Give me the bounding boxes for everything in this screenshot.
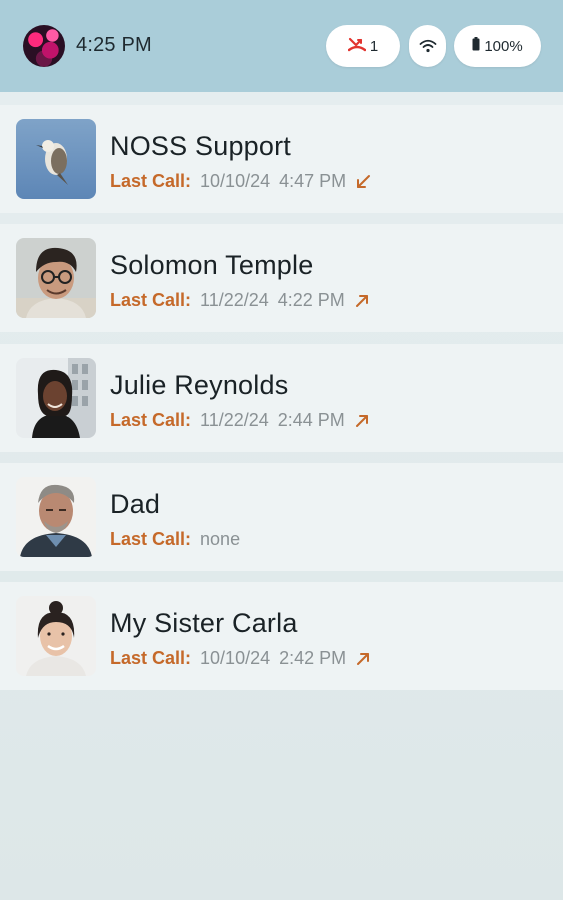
last-call-label: Last Call: (110, 648, 192, 668)
contact-name: NOSS Support (110, 131, 291, 161)
last-call-info: Last Call: 10/10/24 2:42 PM (110, 648, 371, 669)
last-call-info: Last Call: 10/10/24 4:47 PM (110, 171, 371, 192)
incoming-call-arrow-icon (355, 174, 371, 190)
contact-row[interactable]: Dad Last Call: none (0, 463, 563, 571)
last-call-time: 2:42 PM (279, 648, 347, 668)
last-call-date: 10/10/24 (200, 171, 271, 191)
outgoing-call-arrow-icon (355, 651, 371, 667)
battery-icon (472, 36, 480, 56)
last-call-date: 10/10/24 (200, 648, 271, 668)
contact-row[interactable]: Julie Reynolds Last Call: 11/22/24 2:44 … (0, 344, 563, 452)
user-avatar[interactable] (23, 25, 65, 67)
last-call-date: 11/22/24 (200, 290, 269, 310)
contact-row[interactable]: My Sister Carla Last Call: 10/10/24 2:42… (0, 582, 563, 690)
last-call-time: 2:44 PM (277, 410, 345, 430)
contact-photo (16, 596, 96, 676)
contact-photo (16, 238, 96, 318)
missed-calls-count: 1 (369, 37, 379, 55)
contact-photo (16, 119, 96, 199)
outgoing-call-arrow-icon (354, 293, 370, 309)
last-call-label: Last Call: (110, 529, 192, 549)
last-call-label: Last Call: (110, 290, 192, 310)
contact-row[interactable]: NOSS Support Last Call: 10/10/24 4:47 PM (0, 105, 563, 213)
contact-name: Solomon Temple (110, 250, 314, 280)
missed-call-icon (347, 36, 367, 57)
outgoing-call-arrow-icon (354, 413, 370, 429)
last-call-time: 4:22 PM (277, 290, 345, 310)
last-call-label: Last Call: (110, 410, 192, 430)
battery-percent: 100% (484, 37, 523, 55)
clock-time: 4:25 PM (76, 34, 152, 56)
last-call-label: Last Call: (110, 171, 192, 191)
last-call-date: none (200, 529, 241, 549)
last-call-info: Last Call: 11/22/24 4:22 PM (110, 290, 370, 311)
last-call-info: Last Call: none (110, 529, 240, 550)
wifi-indicator[interactable] (409, 25, 446, 67)
contact-name: Dad (110, 489, 161, 519)
wifi-icon (419, 39, 437, 53)
last-call-date: 11/22/24 (200, 410, 269, 430)
last-call-time: 4:47 PM (279, 171, 347, 191)
contact-name: Julie Reynolds (110, 370, 289, 400)
contact-photo (16, 477, 96, 557)
contact-row[interactable]: Solomon Temple Last Call: 11/22/24 4:22 … (0, 224, 563, 332)
last-call-info: Last Call: 11/22/24 2:44 PM (110, 410, 370, 431)
contact-photo (16, 358, 96, 438)
status-bar: 4:25 PM 1 100% (0, 0, 563, 92)
battery-indicator[interactable]: 100% (454, 25, 541, 67)
contact-name: My Sister Carla (110, 608, 298, 638)
missed-calls-indicator[interactable]: 1 (326, 25, 400, 67)
